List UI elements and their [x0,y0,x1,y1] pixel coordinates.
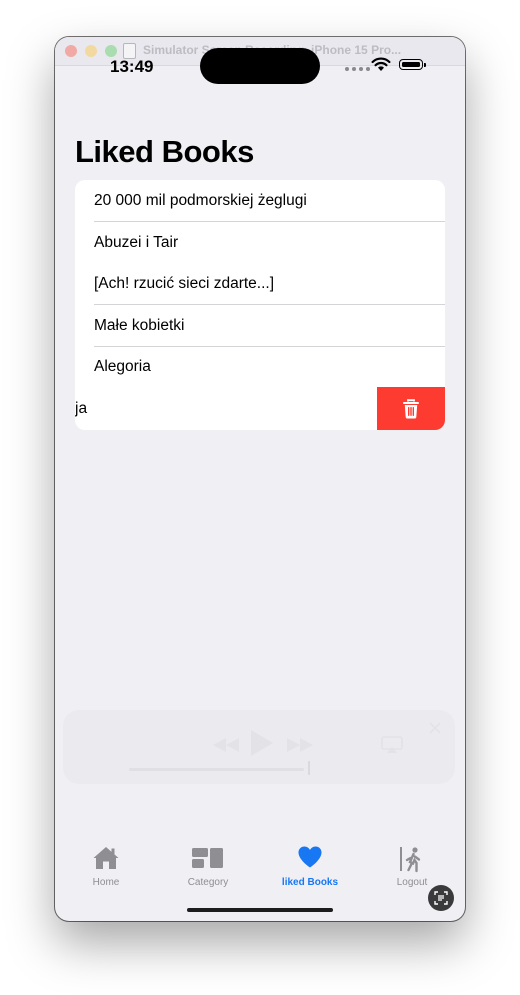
book-title: ja [75,400,88,417]
page-title: Liked Books [75,134,254,169]
airplay-icon [381,736,403,753]
live-text-button[interactable] [428,885,454,911]
trash-icon [403,398,419,419]
book-title: Alegoria [94,358,151,375]
list-item[interactable]: Abuzei i Tair [75,222,445,264]
book-title: Małe kobietki [94,317,185,334]
heart-icon [298,846,322,868]
logout-icon [400,847,421,873]
battery-icon [399,59,426,70]
list-item[interactable]: 20 000 mil podmorskiej żeglugi [75,180,445,222]
status-bar-time: 13:49 [110,57,154,76]
tab-label: Home [92,877,120,888]
tab-label: liked Books [281,877,339,888]
rewind-icon [213,738,239,752]
house-icon [93,847,119,869]
book-title: [Ach! rzucić sieci zdarte...] [94,275,275,292]
category-icon [192,848,223,868]
book-title: Abuzei i Tair [94,234,179,251]
swiped-list-item[interactable]: ja [75,387,445,430]
tab-bar: Home Category liked Books Logout [55,839,465,899]
playback-progress-bar [129,768,304,771]
close-window-button[interactable] [65,45,77,57]
dynamic-island [200,48,320,84]
minimize-window-button[interactable] [85,45,97,57]
close-icon [429,722,441,734]
liked-books-list: 20 000 mil podmorskiej żeglugi Abuzei i … [75,180,445,430]
tab-label: Category [187,877,229,888]
zoom-window-button[interactable] [105,45,117,57]
list-item[interactable]: [Ach! rzucić sieci zdarte...] [75,263,445,305]
tab-category[interactable]: Category [157,839,259,897]
fast-forward-icon [287,738,313,752]
simulator-window: Simulator Screen Recording_iPhone 15 Pro… [55,37,465,921]
list-item[interactable]: Małe kobietki [75,305,445,347]
delete-button[interactable] [377,387,445,430]
playback-scrubber [308,761,310,775]
cellular-signal-icon [345,67,370,71]
tab-liked-books[interactable]: liked Books [259,839,361,897]
home-indicator [187,908,333,912]
wifi-icon [371,57,391,71]
list-item[interactable]: Alegoria [75,346,445,388]
text-scan-icon [434,891,448,905]
tab-home[interactable]: Home [55,839,157,897]
play-icon [251,730,273,756]
book-title: 20 000 mil podmorskiej żeglugi [94,192,307,209]
now-playing-overlay [63,710,455,784]
